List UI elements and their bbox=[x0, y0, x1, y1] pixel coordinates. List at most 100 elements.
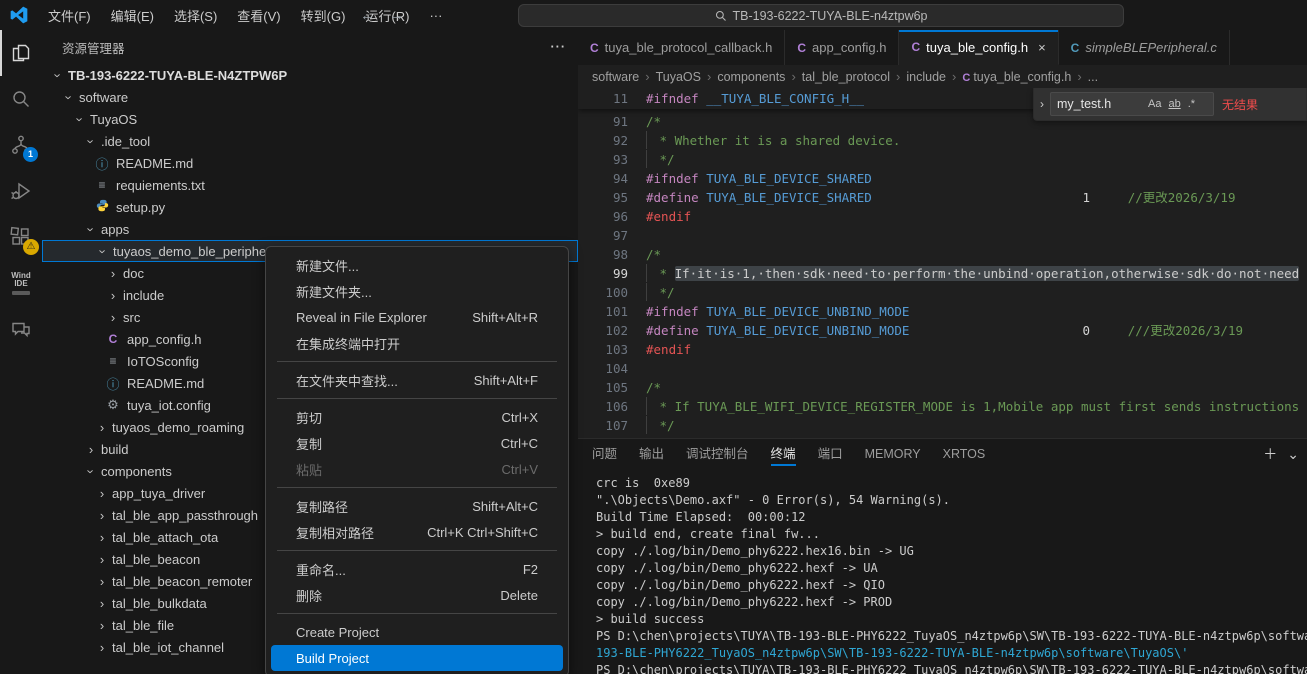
menu-item[interactable]: 转到(G) bbox=[292, 3, 355, 28]
context-menu-item-复制[interactable]: 复制Ctrl+C bbox=[271, 430, 563, 456]
code-editor[interactable]: 11#ifndef __TUYA_BLE_CONFIG_H__ 91/*92 *… bbox=[578, 88, 1307, 438]
breadcrumb-label: include bbox=[906, 70, 946, 84]
editor-tab-simplebleperipheral-c[interactable]: CsimpleBLEPeripheral.c bbox=[1059, 30, 1230, 65]
editor-tab-tuya-ble-config-h[interactable]: Ctuya_ble_config.h× bbox=[899, 30, 1058, 65]
menu-item[interactable]: 查看(V) bbox=[228, 3, 289, 28]
code-line[interactable]: 99 * If·it·is·1,·then·sdk·need·to·perfor… bbox=[578, 264, 1307, 283]
search-sidebar-icon[interactable] bbox=[0, 76, 42, 122]
panel-tab-memory[interactable]: MEMORY bbox=[865, 439, 921, 469]
tree-item-label: tal_ble_file bbox=[110, 618, 174, 633]
code-line[interactable]: 104 bbox=[578, 359, 1307, 378]
panel-tab-xrtos[interactable]: XRTOS bbox=[943, 439, 986, 469]
code-line[interactable]: 101#ifndef TUYA_BLE_DEVICE_UNBIND_MODE bbox=[578, 302, 1307, 321]
panel-tab-端口[interactable]: 端口 bbox=[818, 439, 843, 469]
tree-item-software[interactable]: ›software bbox=[42, 86, 578, 108]
tree-item-apps[interactable]: ›apps bbox=[42, 218, 578, 240]
context-menu-item-build-project[interactable]: Build Project bbox=[271, 645, 563, 671]
breadcrumb-separator-icon: › bbox=[707, 69, 711, 84]
tree-item-readme-md[interactable]: ⓘREADME.md bbox=[42, 152, 578, 174]
c-lang-icon: C bbox=[797, 41, 806, 55]
tree-item-label: README.md bbox=[125, 376, 204, 391]
context-menu-item-删除[interactable]: 删除Delete bbox=[271, 582, 563, 608]
code-line[interactable]: 103#endif bbox=[578, 340, 1307, 359]
code-line[interactable]: 102#define TUYA_BLE_DEVICE_UNBIND_MODE 0… bbox=[578, 321, 1307, 340]
menu-separator bbox=[277, 398, 557, 399]
context-menu-item-复制相对路径[interactable]: 复制相对路径Ctrl+K Ctrl+Shift+C bbox=[271, 519, 563, 545]
panel-tab-终端[interactable]: 终端 bbox=[771, 439, 796, 469]
editor-tab-tuya-ble-protocol-callback-h[interactable]: Ctuya_ble_protocol_callback.h bbox=[578, 30, 785, 65]
find-expand-chevron-icon[interactable]: › bbox=[1034, 97, 1050, 111]
menu-separator bbox=[277, 613, 557, 614]
menu-item[interactable]: 选择(S) bbox=[165, 3, 226, 28]
code-line[interactable]: 96#endif bbox=[578, 207, 1307, 226]
tree-item-tb-193-6222-tuya-ble-n4ztpw6p[interactable]: ›TB-193-6222-TUYA-BLE-N4ZTPW6P bbox=[42, 64, 578, 86]
breadcrumb-item[interactable]: ... bbox=[1088, 70, 1098, 84]
chat-icon[interactable] bbox=[0, 306, 42, 352]
code-line[interactable]: 93 */ bbox=[578, 150, 1307, 169]
sidebar-more-actions[interactable]: ··· bbox=[551, 40, 567, 54]
code-line[interactable]: 95#define TUYA_BLE_DEVICE_SHARED 1 //更改2… bbox=[578, 188, 1307, 207]
tree-item-requiements-txt[interactable]: ≡requiements.txt bbox=[42, 174, 578, 196]
explorer-icon[interactable] bbox=[0, 30, 42, 76]
find-input[interactable] bbox=[1051, 97, 1145, 111]
breadcrumb-item[interactable]: TuyaOS bbox=[656, 70, 701, 84]
code-line[interactable]: 105/* bbox=[578, 378, 1307, 397]
tree-item-label: IoTOSconfig bbox=[125, 354, 199, 369]
line-content: */ bbox=[646, 416, 675, 435]
panel-tab-输出[interactable]: 输出 bbox=[639, 439, 664, 469]
wind-ide-icon[interactable]: Wind IDE bbox=[0, 260, 42, 306]
line-content: #endif bbox=[646, 340, 691, 359]
menu-item[interactable]: 文件(F) bbox=[39, 3, 100, 28]
tab-close-icon[interactable]: × bbox=[1038, 40, 1046, 55]
context-menu-item-reveal-in-file-explorer[interactable]: Reveal in File ExplorerShift+Alt+R bbox=[271, 304, 563, 330]
menu-item[interactable]: 编辑(E) bbox=[102, 3, 163, 28]
menu-item-shortcut: Ctrl+V bbox=[502, 462, 538, 477]
context-menu-item-新建文件夹-[interactable]: 新建文件夹... bbox=[271, 278, 563, 304]
context-menu-item-在集成终端中打开[interactable]: 在集成终端中打开 bbox=[271, 330, 563, 356]
extensions-icon[interactable]: ⚠ bbox=[0, 214, 42, 260]
chevron-right-icon: › bbox=[94, 508, 110, 523]
chevron-down-icon: › bbox=[51, 67, 66, 83]
line-number: 97 bbox=[578, 226, 628, 245]
context-menu-item-复制路径[interactable]: 复制路径Shift+Alt+C bbox=[271, 493, 563, 519]
tree-item-setup-py[interactable]: setup.py bbox=[42, 196, 578, 218]
tree-item-tuyaos[interactable]: ›TuyaOS bbox=[42, 108, 578, 130]
breadcrumb-item[interactable]: components bbox=[717, 70, 785, 84]
context-menu-item-create-project[interactable]: Create Project bbox=[271, 619, 563, 645]
breadcrumb-item[interactable]: software bbox=[592, 70, 639, 84]
whole-word-toggle[interactable]: ab bbox=[1167, 98, 1181, 110]
new-terminal-icon[interactable]: ＋ bbox=[1263, 444, 1277, 464]
command-center-search[interactable]: TB-193-6222-TUYA-BLE-n4ztpw6p bbox=[518, 4, 1124, 27]
context-menu-item-在文件夹中查找-[interactable]: 在文件夹中查找...Shift+Alt+F bbox=[271, 367, 563, 393]
terminal-dropdown-icon[interactable]: ⌄ bbox=[1287, 446, 1299, 463]
code-line[interactable]: 100 */ bbox=[578, 283, 1307, 302]
regex-toggle[interactable]: .* bbox=[1187, 98, 1196, 110]
context-menu-item-新建文件-[interactable]: 新建文件... bbox=[271, 252, 563, 278]
code-line[interactable]: 106 * If TUYA_BLE_WIFI_DEVICE_REGISTER_M… bbox=[578, 397, 1307, 416]
code-line[interactable]: 97 bbox=[578, 226, 1307, 245]
breadcrumb-item[interactable]: tal_ble_protocol bbox=[802, 70, 890, 84]
c-lang-icon: C bbox=[962, 72, 970, 84]
tree-item--ide-tool[interactable]: ›.ide_tool bbox=[42, 130, 578, 152]
run-debug-icon[interactable] bbox=[0, 168, 42, 214]
context-menu-item-重命名-[interactable]: 重命名...F2 bbox=[271, 556, 563, 582]
code-line[interactable]: 92 * Whether it is a shared device. bbox=[578, 131, 1307, 150]
breadcrumb-item[interactable]: include bbox=[906, 70, 946, 84]
back-arrow-icon[interactable]: ← bbox=[360, 7, 375, 24]
terminal-output: crc is 0xe89".\Objects\Demo.axf" - 0 Err… bbox=[578, 469, 1307, 674]
match-case-toggle[interactable]: Aa bbox=[1147, 98, 1162, 110]
tree-item-label: include bbox=[121, 288, 164, 303]
menu-item[interactable]: ··· bbox=[420, 5, 451, 26]
source-control-icon[interactable]: 1 bbox=[0, 122, 42, 168]
context-menu-item-剪切[interactable]: 剪切Ctrl+X bbox=[271, 404, 563, 430]
line-number: 93 bbox=[578, 150, 628, 169]
panel-tab-问题[interactable]: 问题 bbox=[592, 439, 617, 469]
code-line[interactable]: 98/* bbox=[578, 245, 1307, 264]
forward-arrow-icon[interactable]: → bbox=[389, 7, 404, 24]
panel-tab-调试控制台[interactable]: 调试控制台 bbox=[686, 439, 749, 469]
breadcrumb-item[interactable]: Ctuya_ble_config.h bbox=[962, 70, 1071, 84]
code-line[interactable]: 107 */ bbox=[578, 416, 1307, 435]
code-line[interactable]: 94#ifndef TUYA_BLE_DEVICE_SHARED bbox=[578, 169, 1307, 188]
editor-tab-app-config-h[interactable]: Capp_config.h bbox=[785, 30, 899, 65]
line-number: 104 bbox=[578, 359, 628, 378]
